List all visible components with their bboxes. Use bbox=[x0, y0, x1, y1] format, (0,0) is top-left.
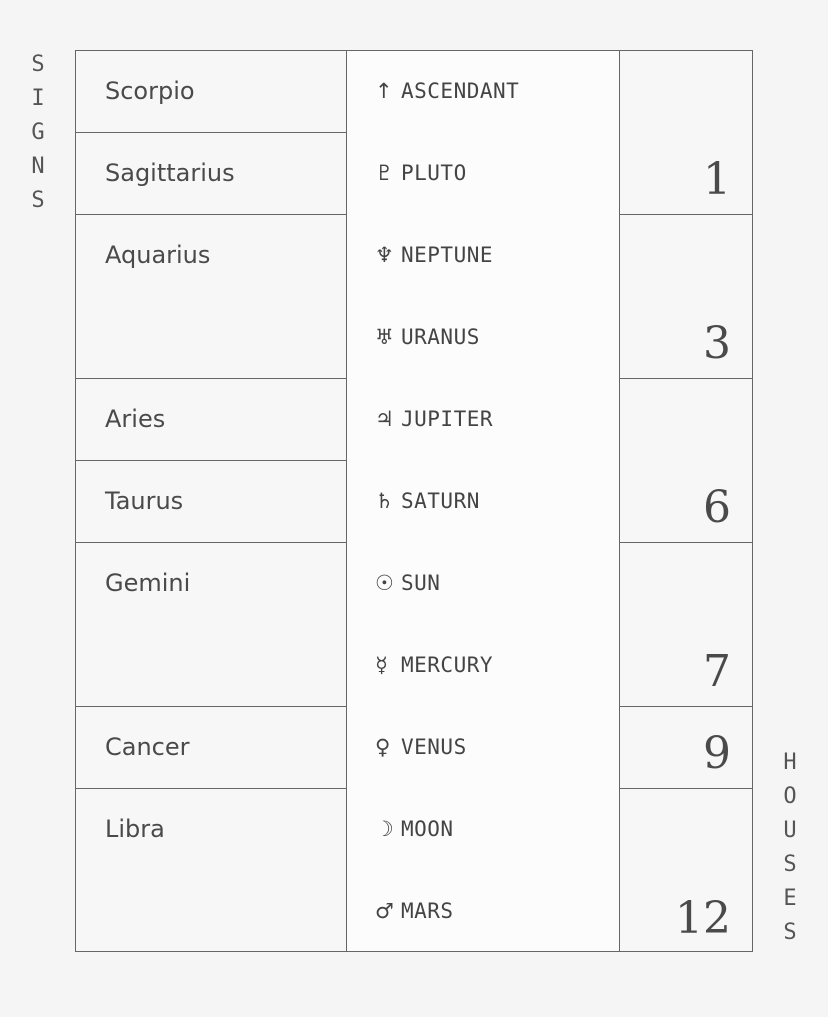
signs-axis-label: SIGNS bbox=[27, 48, 49, 218]
houses-label-letter: E bbox=[783, 886, 797, 911]
planet-row: ☉ SUN bbox=[347, 542, 619, 624]
houses-label-letter: S bbox=[783, 852, 797, 877]
planet-name: URANUS bbox=[401, 325, 480, 349]
sign-cell: Aries bbox=[76, 379, 346, 461]
house-cell: 7 bbox=[619, 543, 752, 707]
astrology-chart-table: Scorpio Sagittarius Aquarius Aries Taurus Gem… bbox=[75, 50, 753, 952]
house-cell: 12 bbox=[619, 789, 752, 953]
moon-icon: ☽ bbox=[375, 817, 394, 841]
neptune-icon: ♆ bbox=[375, 243, 394, 267]
signs-label-letter: S bbox=[31, 52, 45, 77]
house-number: 12 bbox=[675, 893, 731, 944]
house-number: 6 bbox=[703, 482, 731, 533]
house-number: 3 bbox=[703, 318, 731, 369]
venus-icon: ♀ bbox=[375, 735, 391, 759]
planet-name: SATURN bbox=[401, 489, 480, 513]
planet-name: MERCURY bbox=[401, 653, 494, 677]
house-number: 1 bbox=[703, 154, 731, 205]
planet-name: SUN bbox=[401, 571, 441, 595]
planet-name: NEPTUNE bbox=[401, 243, 494, 267]
signs-label-letter: G bbox=[31, 120, 45, 145]
sign-name: Libra bbox=[105, 815, 165, 843]
pluto-icon: ♇ bbox=[375, 161, 394, 185]
houses-column: 1 3 6 7 9 12 bbox=[619, 51, 752, 951]
planet-name: MARS bbox=[401, 899, 454, 923]
sign-cell: Libra bbox=[76, 789, 346, 953]
houses-axis-label: HOUSES bbox=[779, 746, 801, 950]
sign-name: Sagittarius bbox=[105, 159, 235, 187]
planet-row: ☿ MERCURY bbox=[347, 624, 619, 706]
planet-name: VENUS bbox=[401, 735, 467, 759]
sign-name: Aries bbox=[105, 405, 166, 433]
planet-row: ♇ PLUTO bbox=[347, 132, 619, 214]
planet-row: ↑ ASCENDANT bbox=[347, 50, 619, 132]
planet-row: ♂ MARS bbox=[347, 870, 619, 952]
house-cell: 1 bbox=[619, 51, 752, 215]
sign-name: Scorpio bbox=[105, 77, 195, 105]
sign-cell: Gemini bbox=[76, 543, 346, 707]
house-cell: 9 bbox=[619, 707, 752, 789]
mars-icon: ♂ bbox=[375, 899, 394, 923]
uranus-icon: ♅ bbox=[375, 325, 394, 349]
signs-label-letter: N bbox=[31, 154, 45, 179]
house-number: 7 bbox=[703, 646, 731, 697]
house-cell: 3 bbox=[619, 215, 752, 379]
sign-name: Aquarius bbox=[105, 241, 211, 269]
house-number: 9 bbox=[703, 728, 731, 779]
sign-cell: Taurus bbox=[76, 461, 346, 543]
ascendant-icon: ↑ bbox=[375, 79, 393, 103]
planets-column: ↑ ASCENDANT ♇ PLUTO ♆ NEPTUNE ♅ URANUS ♃ JUPITER ♄… bbox=[346, 51, 620, 951]
house-cell: 6 bbox=[619, 379, 752, 543]
planet-row: ♄ SATURN bbox=[347, 460, 619, 542]
houses-label-letter: U bbox=[783, 818, 797, 843]
sun-icon: ☉ bbox=[375, 571, 394, 595]
planet-row: ♅ URANUS bbox=[347, 296, 619, 378]
mercury-icon: ☿ bbox=[375, 653, 388, 677]
planet-row: ♆ NEPTUNE bbox=[347, 214, 619, 296]
planet-row: ☽ MOON bbox=[347, 788, 619, 870]
planet-name: JUPITER bbox=[401, 407, 494, 431]
planet-name: ASCENDANT bbox=[401, 79, 520, 103]
sign-cell: Cancer bbox=[76, 707, 346, 789]
houses-label-letter: O bbox=[783, 784, 797, 809]
planet-name: MOON bbox=[401, 817, 454, 841]
planet-row: ♀ VENUS bbox=[347, 706, 619, 788]
sign-name: Cancer bbox=[105, 733, 190, 761]
sign-cell: Aquarius bbox=[76, 215, 346, 379]
signs-column: Scorpio Sagittarius Aquarius Aries Taurus Gem… bbox=[76, 51, 346, 951]
houses-label-letter: S bbox=[783, 920, 797, 945]
jupiter-icon: ♃ bbox=[375, 407, 394, 431]
sign-name: Taurus bbox=[105, 487, 184, 515]
sign-name: Gemini bbox=[105, 569, 191, 597]
saturn-icon: ♄ bbox=[375, 489, 394, 513]
signs-label-letter: I bbox=[31, 86, 45, 111]
sign-cell: Sagittarius bbox=[76, 133, 346, 215]
planet-row: ♃ JUPITER bbox=[347, 378, 619, 460]
signs-label-letter: S bbox=[31, 188, 45, 213]
planet-name: PLUTO bbox=[401, 161, 467, 185]
sign-cell: Scorpio bbox=[76, 51, 346, 133]
houses-label-letter: H bbox=[783, 750, 797, 775]
